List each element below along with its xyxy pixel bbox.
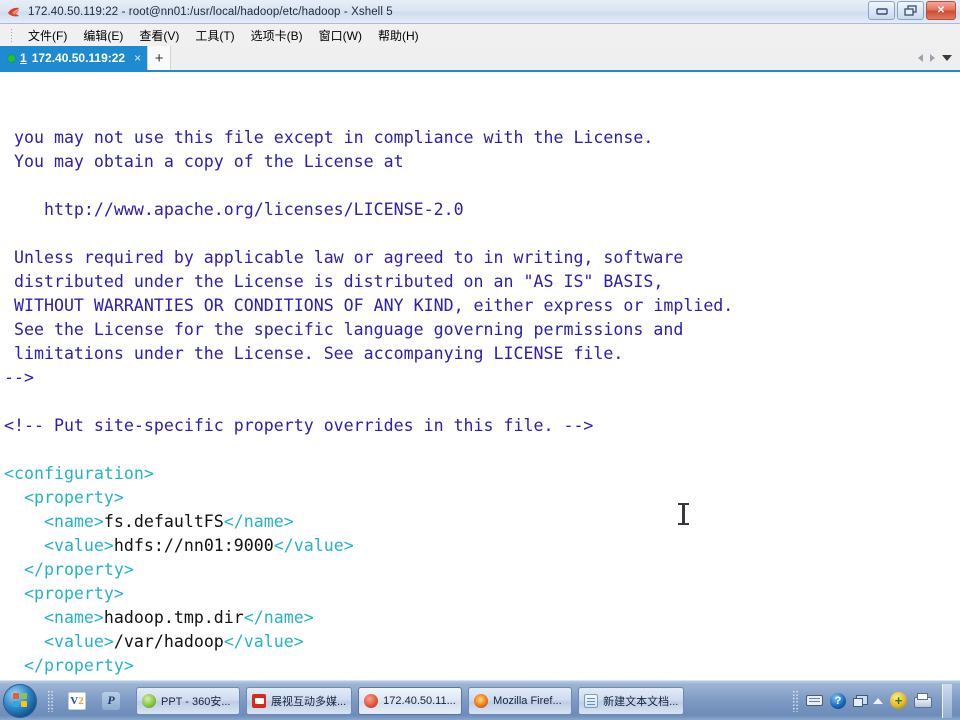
terminal-line: <name>fs.defaultFS</name> <box>4 512 294 531</box>
restore-button[interactable] <box>897 1 924 20</box>
taskbar-item-label: Mozilla Firef... <box>493 694 562 707</box>
terminal-line: You may obtain a copy of the License at <box>4 152 404 171</box>
xshell-icon <box>364 693 379 708</box>
connection-status-icon <box>8 54 15 62</box>
terminal-line: <name>hadoop.tmp.dir</name> <box>4 608 314 627</box>
terminal-line: http://www.apache.org/licenses/LICENSE-2… <box>4 200 464 219</box>
terminal-line: Unless required by applicable law or agr… <box>4 248 684 267</box>
terminal-text: you may not use this file except in comp… <box>4 126 960 680</box>
minimize-button[interactable] <box>868 1 895 20</box>
terminal-line: <property> <box>4 488 124 507</box>
terminal-line: See the License for the specific languag… <box>4 320 684 339</box>
terminal-line: limitations under the License. See accom… <box>4 344 624 363</box>
scroll-tabs-right-icon[interactable] <box>930 54 935 62</box>
terminal-line: <value>hdfs://nn01:9000</value> <box>4 536 354 555</box>
session-tabbar: 1 172.40.50.119:22 × + <box>0 46 960 72</box>
terminal-line: </property> <box>4 560 134 579</box>
tray-grip-icon[interactable] <box>792 689 799 712</box>
window-title: 172.40.50.119:22 - root@nn01:/usr/local/… <box>28 5 393 18</box>
tray-printer-icon[interactable] <box>914 693 932 708</box>
tab-number: 1 <box>20 51 27 65</box>
scroll-tabs-left-icon[interactable] <box>918 54 923 62</box>
window-controls: ✕ <box>868 1 956 20</box>
windows-logo-icon <box>12 693 28 708</box>
document-icon <box>584 693 599 708</box>
tray-keyboard-icon[interactable] <box>806 695 823 706</box>
tray-show-hidden-icon[interactable] <box>873 697 883 704</box>
quicklaunch-vmware[interactable]: V2 <box>66 690 88 712</box>
terminal-line: WITHOUT WARRANTIES OR CONDITIONS OF ANY … <box>4 296 734 315</box>
terminal-line: <value>/var/hadoop</value> <box>4 632 304 651</box>
taskbar-item-label: 新建文本文档... <box>603 695 679 708</box>
taskbar-item-label: 172.40.50.11... <box>383 694 456 707</box>
show-desktop-button[interactable] <box>942 683 952 718</box>
taskbar-item-ppt-360[interactable]: PPT - 360安... <box>136 686 240 715</box>
terminal-line: <configuration> <box>4 464 154 483</box>
xshell-icon <box>4 2 24 22</box>
close-button[interactable]: ✕ <box>926 1 956 20</box>
terminal-line: </property> <box>4 656 134 675</box>
taskbar-item-xshell[interactable]: 172.40.50.11... <box>358 686 463 715</box>
tray-window-icon[interactable] <box>853 695 868 707</box>
window-titlebar[interactable]: 172.40.50.119:22 - root@nn01:/usr/local/… <box>0 0 960 24</box>
taskbar-item-zhanshi[interactable]: 展视互动多媒... <box>246 686 353 715</box>
terminal-line: <!-- Put site-specific property override… <box>4 416 594 435</box>
menu-view[interactable]: 查看(V) <box>131 25 187 46</box>
tab-session-1[interactable]: 1 172.40.50.119:22 × <box>0 46 148 70</box>
terminal-line: --> <box>4 368 34 387</box>
terminal-line: distributed under the License is distrib… <box>4 272 664 291</box>
new-tab-button[interactable]: + <box>147 46 172 70</box>
recorder-icon <box>252 693 266 708</box>
system-tray: ? + <box>792 683 960 718</box>
taskbar-item-label: PPT - 360安... <box>161 695 231 708</box>
quicklaunch-grip-icon[interactable] <box>47 689 54 712</box>
menu-help[interactable]: 帮助(H) <box>370 25 427 46</box>
start-button[interactable] <box>3 683 37 718</box>
taskbar-item-firefox[interactable]: Mozilla Firef... <box>468 686 573 715</box>
menu-tabs[interactable]: 选项卡(B) <box>243 25 311 46</box>
terminal-line: <property> <box>4 584 124 603</box>
tray-update-icon[interactable]: + <box>890 692 907 709</box>
vmware-icon: V2 <box>68 691 86 710</box>
firefox-icon <box>474 693 489 708</box>
tab-label: 172.40.50.119:22 <box>31 51 126 65</box>
taskbar-item-label: 展视互动多媒... <box>271 695 347 708</box>
menu-tools[interactable]: 工具(T) <box>187 25 242 46</box>
menubar: 文件(F) 编辑(E) 查看(V) 工具(T) 选项卡(B) 窗口(W) 帮助(… <box>0 24 960 46</box>
ie-icon <box>142 693 156 708</box>
taskbar-item-notepad[interactable]: 新建文本文档... <box>578 686 685 715</box>
chevron-down-icon[interactable] <box>942 55 952 61</box>
menubar-grip-icon[interactable] <box>10 28 14 42</box>
windows-taskbar: V2 P PPT - 360安... 展视互动多媒... 172.40.50.1… <box>0 680 960 720</box>
terminal-line: you may not use this file except in comp… <box>4 128 654 147</box>
menu-window[interactable]: 窗口(W) <box>311 25 370 46</box>
menu-edit[interactable]: 编辑(E) <box>75 25 131 46</box>
taskbar-items: PPT - 360安... 展视互动多媒... 172.40.50.11... … <box>136 686 685 715</box>
menu-file[interactable]: 文件(F) <box>20 25 75 46</box>
tabbar-controls <box>918 46 960 70</box>
close-icon[interactable]: × <box>134 51 141 65</box>
terminal-output[interactable]: you may not use this file except in comp… <box>0 72 960 680</box>
pplive-icon: P <box>102 691 120 710</box>
quicklaunch-pplive[interactable]: P <box>100 690 122 712</box>
tray-help-icon[interactable]: ? <box>830 692 846 709</box>
screen: 172.40.50.119:22 - root@nn01:/usr/local/… <box>0 0 960 720</box>
